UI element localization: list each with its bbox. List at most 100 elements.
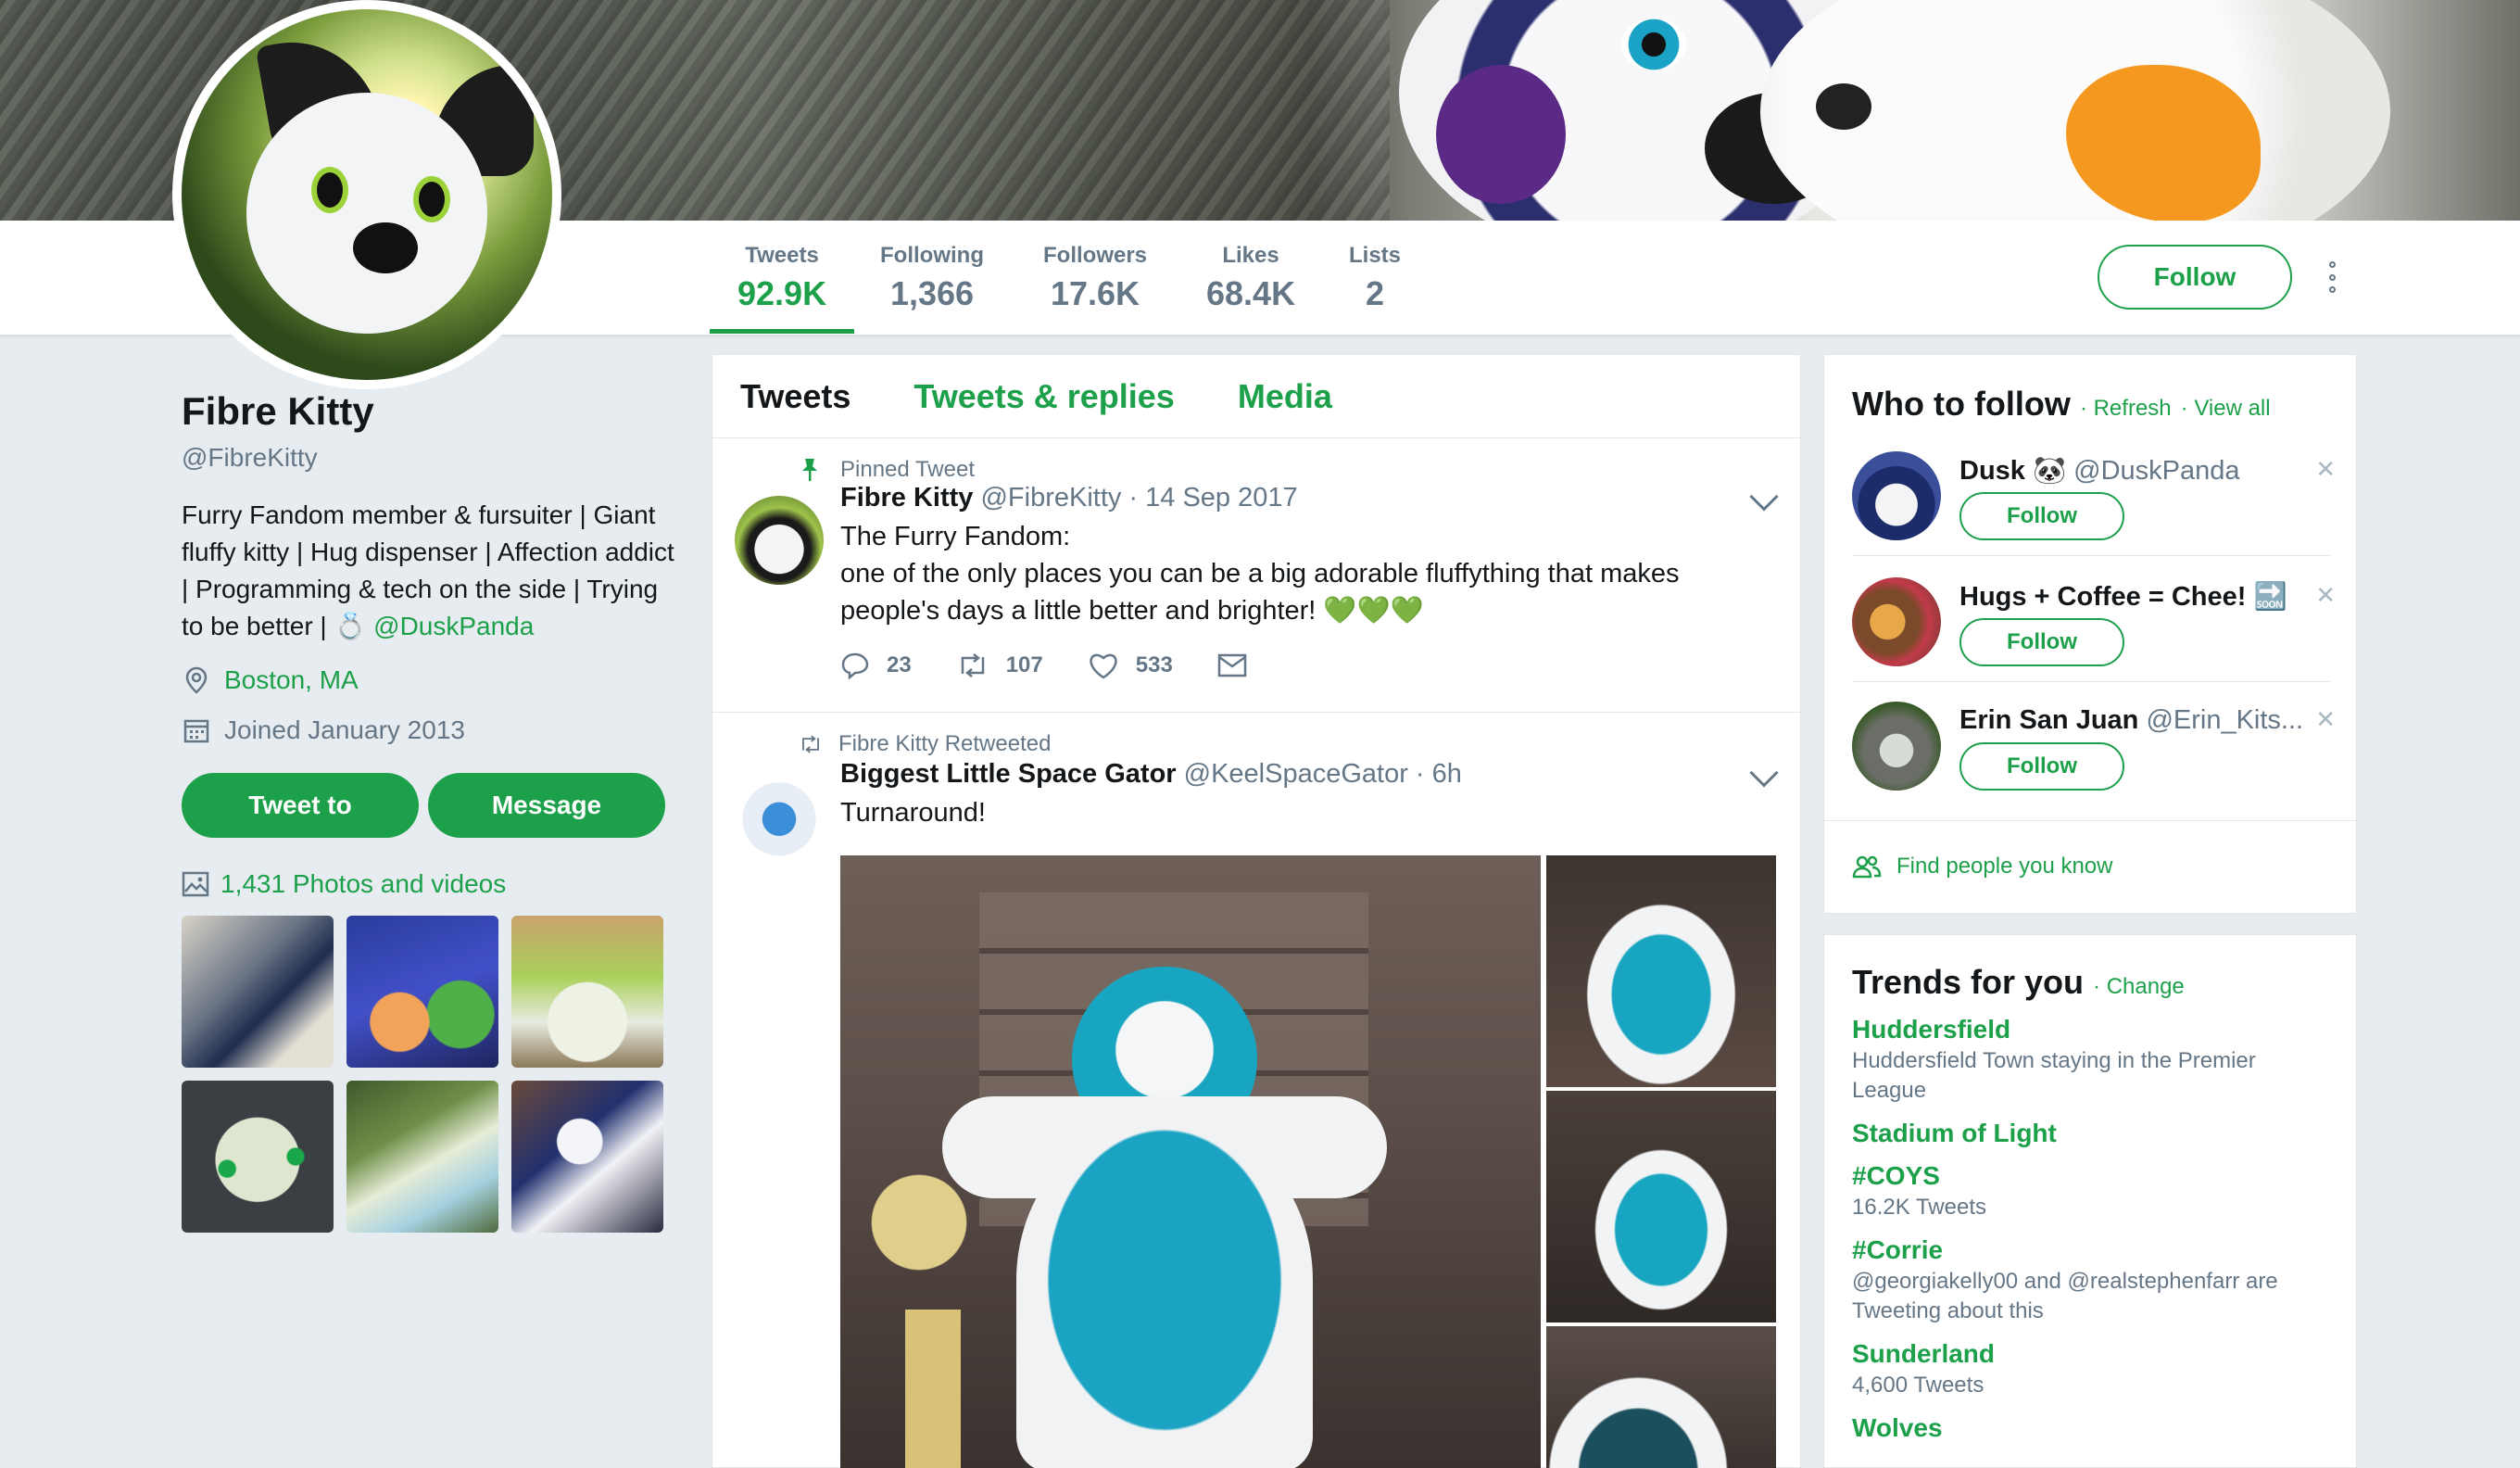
tweet-media-thumb[interactable] [1546, 1091, 1776, 1322]
tweet-author-handle[interactable]: @KeelSpaceGator · 6h [1184, 759, 1462, 789]
user-name[interactable]: Dusk 🐼 [1959, 456, 2066, 486]
tweet-to-button[interactable]: Tweet to [182, 773, 419, 838]
photos-videos-link[interactable]: 1,431 Photos and videos [182, 869, 682, 899]
dm-action[interactable] [1217, 653, 1264, 677]
suggested-user[interactable]: Erin San Juan @Erin_Kits... Follow ✕ [1852, 702, 2336, 828]
tab-tweets[interactable]: Tweets [740, 377, 850, 416]
tweet-media-thumb[interactable] [1546, 1326, 1776, 1468]
reply-icon [841, 652, 869, 679]
tweet-author-name[interactable]: Biggest Little Space Gator [840, 759, 1177, 789]
retweet-count: 107 [1005, 652, 1043, 677]
stat-likes[interactable]: Likes 68.4K [1206, 243, 1295, 313]
retweet-context: Fibre Kitty Retweeted [798, 731, 1051, 757]
like-action[interactable]: 533 [1088, 652, 1173, 679]
trends-title: Trends for you [1852, 963, 2085, 1001]
more-options-icon[interactable] [2325, 261, 2338, 293]
follow-user-button[interactable]: Follow [1959, 618, 2124, 666]
trend-name[interactable]: #COYS [1852, 1161, 2334, 1191]
media-thumbnail[interactable] [346, 916, 498, 1068]
media-thumbnail[interactable] [511, 1081, 663, 1233]
tweet-media-thumb[interactable] [1546, 855, 1776, 1087]
timeline-tabs: Tweets Tweets & replies Media [712, 355, 1800, 438]
trend-item[interactable]: Wolves [1852, 1413, 2334, 1443]
user-name-line: Hugs + Coffee = Chee! 🔜 [1959, 581, 2312, 613]
profile-avatar[interactable] [172, 0, 561, 389]
tweet-author-name[interactable]: Fibre Kitty [840, 483, 973, 513]
find-people-link[interactable]: Find people you know [1852, 854, 2112, 880]
bio-mention-link[interactable]: @DuskPanda [373, 612, 534, 640]
profile-handle[interactable]: @FibreKitty [182, 443, 682, 473]
tweet-pinned[interactable]: Pinned Tweet Fibre Kitty @FibreKitty · 1… [712, 438, 1800, 713]
stat-following[interactable]: Following 1,366 [880, 243, 984, 313]
user-handle[interactable]: @DuskPanda [2073, 456, 2239, 486]
trend-name[interactable]: Sunderland [1852, 1339, 2334, 1369]
media-thumbnail[interactable] [182, 916, 334, 1068]
divider [1852, 681, 2330, 682]
location-link[interactable]: Boston, MA [224, 665, 359, 695]
message-button[interactable]: Message [428, 773, 665, 838]
follow-user-button[interactable]: Follow [1959, 492, 2124, 540]
tweet-text: Turnaround! [840, 794, 1776, 831]
tweet-author-avatar[interactable] [735, 770, 824, 859]
change-trends-link[interactable]: · Change [2093, 974, 2185, 999]
user-name[interactable]: Erin San Juan [1959, 705, 2138, 735]
follow-user-button[interactable]: Follow [1959, 742, 2124, 791]
profile-card: Fibre Kitty @FibreKitty Furry Fandom mem… [182, 389, 682, 1233]
retweet-action[interactable]: 107 [956, 652, 1043, 679]
dismiss-icon[interactable]: ✕ [2315, 705, 2336, 734]
calendar-icon [182, 715, 211, 745]
stat-value: 2 [1365, 274, 1385, 312]
trend-name[interactable]: Huddersfield [1852, 1015, 2334, 1044]
user-avatar[interactable] [1852, 451, 1941, 540]
dismiss-icon[interactable]: ✕ [2315, 455, 2336, 484]
user-handle[interactable]: @Erin_Kits... [2146, 705, 2303, 735]
tab-media[interactable]: Media [1238, 377, 1332, 416]
tab-tweets-replies[interactable]: Tweets & replies [914, 377, 1174, 416]
view-all-link[interactable]: · View all [2181, 396, 2271, 421]
joined-text: Joined January 2013 [224, 715, 465, 744]
media-thumbnail[interactable] [346, 1081, 498, 1233]
divider [1824, 820, 2358, 821]
trend-item[interactable]: #Corrie @georgiakelly00 and @realstephen… [1852, 1235, 2334, 1326]
media-thumbnail[interactable] [182, 1081, 334, 1233]
media-thumbnail[interactable] [511, 916, 663, 1068]
retweet-small-icon [798, 734, 824, 754]
follow-button[interactable]: Follow [2098, 245, 2292, 310]
trend-item[interactable]: #COYS 16.2K Tweets [1852, 1161, 2334, 1222]
trend-description: 16.2K Tweets [1852, 1195, 1986, 1220]
trend-item[interactable]: Sunderland 4,600 Tweets [1852, 1339, 2334, 1400]
trend-item[interactable]: Stadium of Light [1852, 1119, 2334, 1148]
reply-action[interactable]: 23 [840, 652, 912, 679]
tweet-actions: 23 107 533 [840, 652, 1308, 679]
stat-tweets[interactable]: Tweets 92.9K [737, 243, 826, 313]
suggested-user[interactable]: Dusk 🐼 @DuskPanda Follow ✕ [1852, 451, 2336, 577]
trend-name[interactable]: Stadium of Light [1852, 1119, 2334, 1148]
user-name[interactable]: Hugs + Coffee = Chee! 🔜 [1959, 582, 2287, 612]
tweet-menu-chevron-icon[interactable] [1749, 482, 1779, 512]
tweet-media-main[interactable] [840, 855, 1541, 1468]
trend-name[interactable]: Wolves [1852, 1413, 2334, 1443]
stat-label: Likes [1222, 243, 1279, 268]
user-avatar[interactable] [1852, 577, 1941, 666]
who-to-follow-header: Who to follow · Refresh · View all [1852, 385, 2271, 424]
suggested-user[interactable]: Hugs + Coffee = Chee! 🔜 Follow ✕ [1852, 577, 2336, 703]
refresh-link[interactable]: · Refresh [2080, 396, 2172, 421]
trend-item[interactable]: Huddersfield Huddersfield Town staying i… [1852, 1015, 2334, 1106]
envelope-icon [1217, 653, 1247, 677]
active-stat-underline [710, 329, 854, 334]
trend-name[interactable]: #Corrie [1852, 1235, 2334, 1265]
dismiss-icon[interactable]: ✕ [2315, 581, 2336, 610]
divider [1852, 555, 2330, 556]
tweet-author-avatar[interactable] [735, 496, 824, 585]
tweet-menu-chevron-icon[interactable] [1749, 758, 1779, 788]
stat-label: Following [880, 243, 984, 268]
stat-label: Followers [1043, 243, 1148, 268]
profile-name[interactable]: Fibre Kitty [182, 389, 682, 434]
stat-value: 92.9K [737, 274, 827, 312]
stat-lists[interactable]: Lists 2 [1349, 243, 1401, 313]
profile-bio: Furry Fandom member & fursuiter | Giant … [182, 497, 682, 645]
tweet-author-handle[interactable]: @FibreKitty · 14 Sep 2017 [980, 483, 1297, 513]
user-avatar[interactable] [1852, 702, 1941, 791]
stat-followers[interactable]: Followers 17.6K [1043, 243, 1147, 313]
trends-card: Trends for you · Change Huddersfield Hud… [1823, 934, 2357, 1468]
